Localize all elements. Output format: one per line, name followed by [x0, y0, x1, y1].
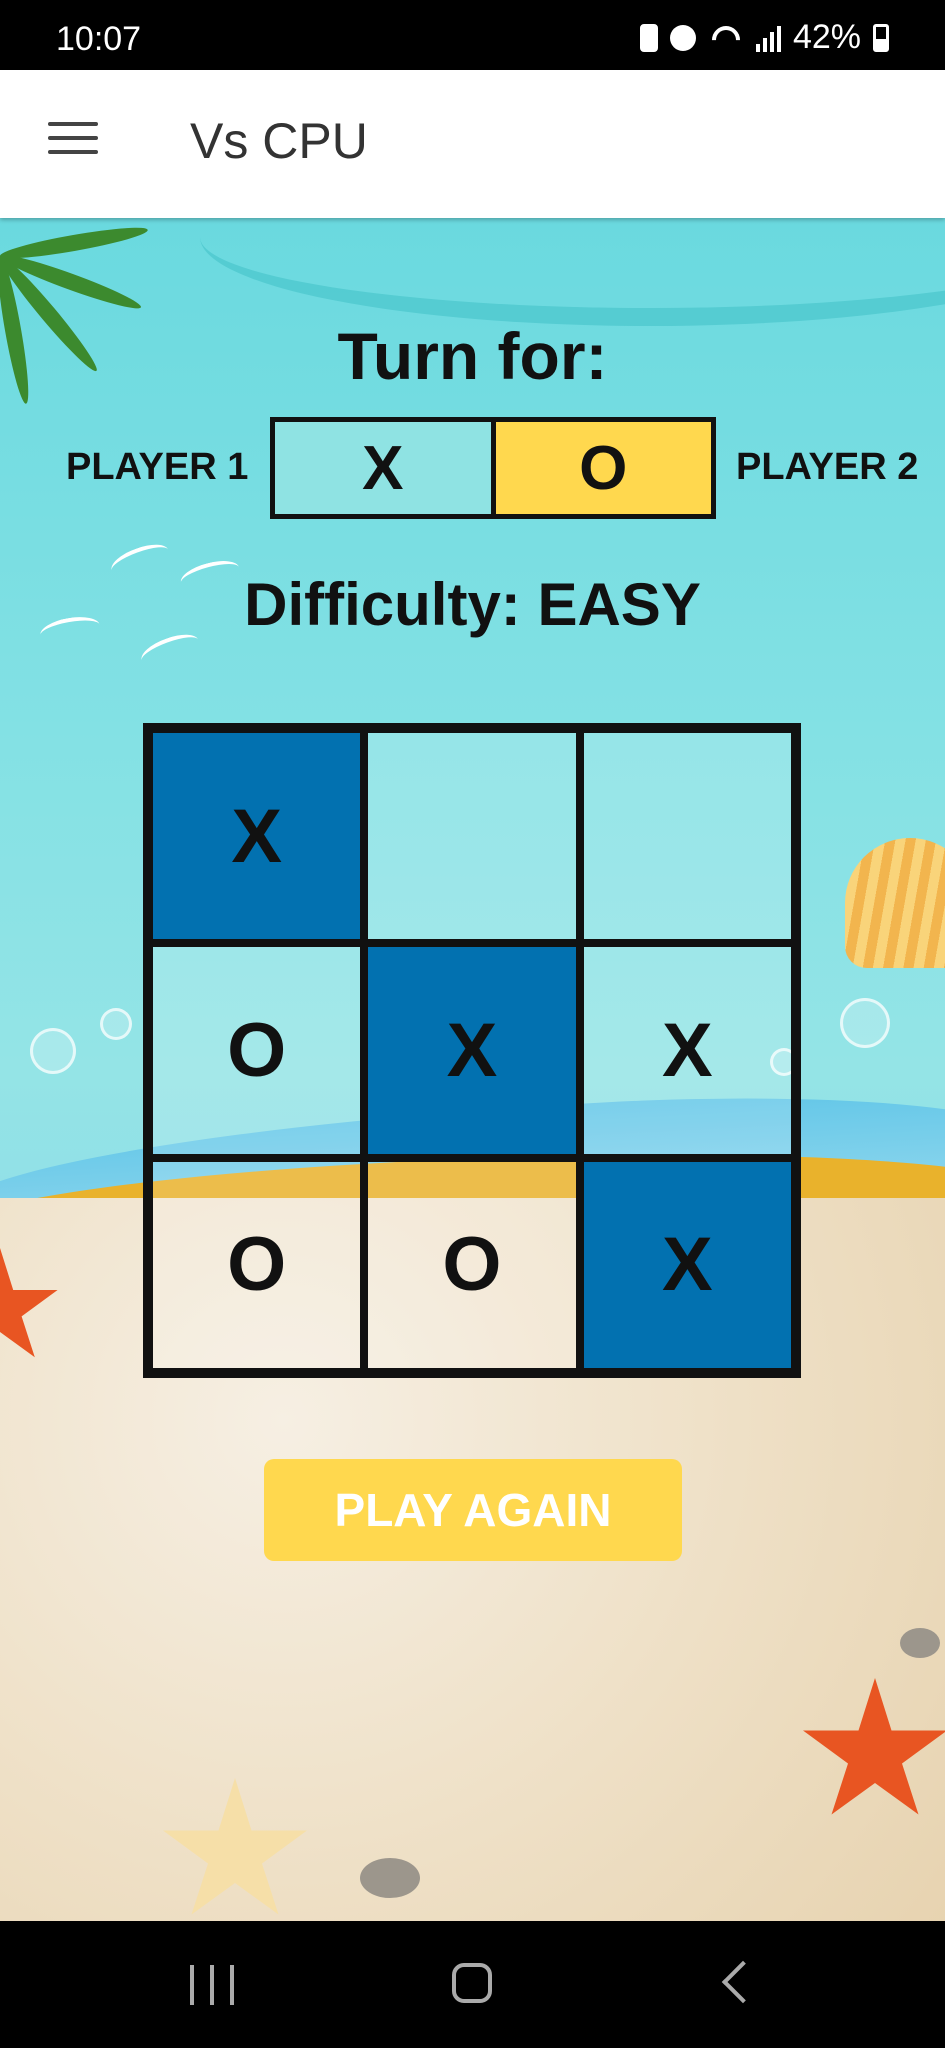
difficulty-label: Difficulty: EASY — [244, 571, 701, 638]
game-area: Turn for: PLAYER 1 X O PLAYER 2 Difficul… — [0, 218, 945, 1921]
game-board: X O X X O O X — [143, 723, 801, 1378]
bubble-decoration — [840, 998, 890, 1048]
recent-apps-icon[interactable] — [190, 1965, 234, 2005]
player1-symbol: X — [275, 422, 496, 514]
battery-percent: 42% — [792, 18, 861, 56]
status-icons: 42% — [639, 18, 889, 57]
bubble-decoration — [100, 1008, 132, 1040]
navigation-bar — [0, 1921, 945, 2048]
page-title: Vs CPU — [190, 113, 368, 169]
seashell-decoration — [845, 838, 945, 968]
pebble-decoration — [360, 1858, 420, 1898]
board-cell-2-1[interactable]: O — [364, 1157, 580, 1372]
board-cell-1-0[interactable]: O — [149, 943, 365, 1158]
battery-saver-icon — [639, 23, 658, 52]
board-cell-1-2[interactable]: X — [579, 943, 795, 1158]
board-cell-0-0[interactable]: X — [149, 729, 365, 944]
bubble-decoration — [30, 1028, 76, 1074]
board-cell-0-1[interactable] — [364, 729, 580, 944]
player2-symbol-active: O — [495, 422, 711, 514]
app-bar: Vs CPU — [0, 70, 945, 218]
turn-indicator: X O — [270, 417, 716, 519]
board-cell-2-2[interactable]: X — [579, 1157, 795, 1372]
player2-label: PLAYER 2 — [736, 446, 919, 488]
board-cell-0-2[interactable] — [579, 729, 795, 944]
pebble-decoration — [900, 1628, 940, 1658]
hamburger-menu-icon[interactable] — [48, 122, 98, 166]
signal-icon — [755, 24, 781, 52]
wave-decoration — [200, 218, 945, 326]
play-again-button[interactable]: PLAY AGAIN — [264, 1459, 682, 1561]
status-time: 10:07 — [56, 20, 142, 58]
status-bar: 10:07 42% — [0, 0, 945, 70]
battery-icon — [873, 23, 889, 52]
alarm-icon — [669, 24, 696, 51]
wifi-icon — [708, 24, 744, 52]
board-cell-2-0[interactable]: O — [149, 1157, 365, 1372]
player1-label: PLAYER 1 — [66, 446, 249, 488]
board-cell-1-1[interactable]: X — [364, 943, 580, 1158]
turn-label: Turn for: — [337, 319, 608, 393]
home-icon[interactable] — [452, 1963, 492, 2003]
back-icon[interactable] — [721, 1960, 765, 2004]
